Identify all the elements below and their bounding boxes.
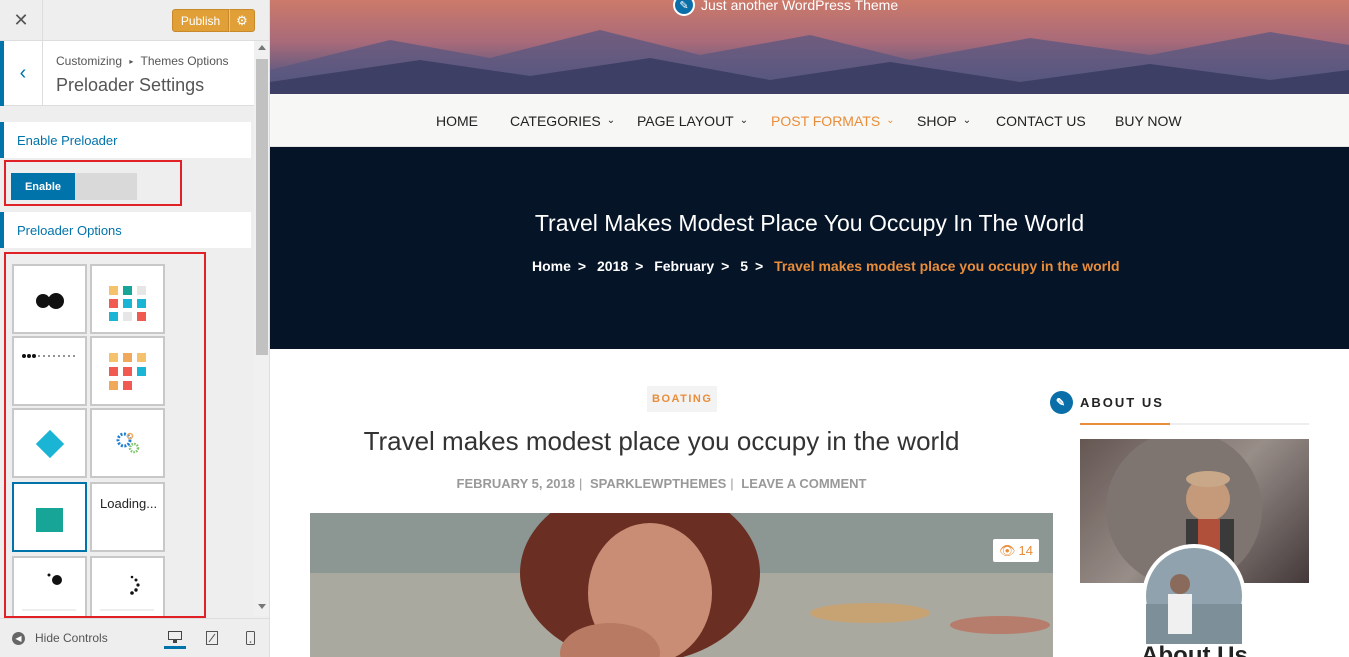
tagline-text: Just another WordPress Theme	[701, 0, 899, 13]
category-badge[interactable]: BOATING	[647, 386, 718, 412]
pencil-icon: ✎	[1050, 391, 1073, 414]
preloader-option-spinner[interactable]	[90, 556, 165, 616]
preloader-option-bounce-dot[interactable]	[12, 556, 87, 616]
preloader-options-grid: Loading...	[4, 252, 206, 618]
spinner-icon	[100, 575, 154, 611]
nav-post-formats[interactable]: POST FORMATS ⌄	[771, 94, 895, 147]
crumb-link[interactable]: 2018	[597, 258, 628, 274]
color-grid-icon	[109, 286, 146, 321]
square-icon	[36, 508, 63, 532]
about-us-heading: ✎ ABOUT US	[1050, 391, 1164, 414]
chevron-down-icon: ⌄	[962, 115, 972, 126]
main-navigation: HOME CATEGORIES ⌄ PAGE LAYOUT ⌄ POST FORMA…	[270, 94, 1349, 147]
nav-buy-now[interactable]: BUY NOW	[1115, 94, 1182, 147]
gear-icon[interactable]: ⚙	[229, 9, 255, 32]
woman-photo	[310, 513, 1053, 657]
enable-toggle-label: Enable	[11, 173, 75, 200]
preloader-option-color-grid-2[interactable]	[90, 336, 165, 406]
nav-contact-us[interactable]: CONTACT US	[996, 94, 1086, 147]
gears-icon	[116, 432, 140, 454]
nav-label: HOME	[436, 112, 478, 129]
post-title[interactable]: Travel makes modest place you occupy in …	[270, 426, 1053, 457]
post-featured-image[interactable]	[310, 513, 1053, 657]
avatar-photo	[1146, 548, 1242, 644]
hide-controls-button[interactable]: ◀ Hide Controls	[12, 631, 108, 645]
nav-label: POST FORMATS	[771, 112, 881, 129]
view-count: 14	[1018, 543, 1033, 558]
nav-shop[interactable]: SHOP ⌄	[917, 94, 971, 147]
hide-controls-label: Hide Controls	[35, 631, 108, 645]
color-grid-2-icon	[109, 353, 146, 390]
section-header: ‹ Customizing ▸ Themes Options Preloader…	[0, 41, 254, 106]
dot-line-icon	[22, 354, 76, 358]
post-comment-link[interactable]: LEAVE A COMMENT	[741, 476, 866, 491]
customizer-footer: ◀ Hide Controls	[0, 618, 269, 657]
site-tagline: ✎ Just another WordPress Theme	[673, 0, 898, 16]
tablet-preview-icon[interactable]	[201, 627, 223, 649]
preloader-option-dotline[interactable]	[12, 336, 87, 406]
enable-toggle[interactable]: Enable	[11, 173, 137, 200]
preloader-option-square[interactable]	[12, 482, 87, 552]
crumb-link[interactable]: February	[654, 258, 714, 274]
site-preview: ✎ Just another WordPress Theme HOME CATE…	[270, 0, 1349, 657]
banner-breadcrumb: Home > 2018 > February > 5 > Travel makes mo…	[532, 258, 1120, 274]
post-meta: FEBRUARY 5, 2018 | SPARKLEWPTHEMES | LEAVE…	[456, 476, 867, 491]
publish-button[interactable]: Publish	[172, 9, 229, 32]
nav-label: CONTACT US	[996, 112, 1086, 129]
scrollbar-thumb[interactable]	[256, 59, 268, 355]
collapse-arrow-icon: ◀	[12, 631, 25, 645]
preloader-option-color-grid[interactable]	[90, 264, 165, 334]
scroll-down-icon[interactable]	[258, 604, 266, 609]
section-title: Preloader Settings	[56, 75, 205, 95]
avatar	[1142, 544, 1246, 648]
nav-label: SHOP	[917, 112, 957, 129]
page-banner: Travel Makes Modest Place You Occupy In …	[270, 147, 1349, 349]
mobile-preview-icon[interactable]	[239, 627, 261, 649]
loading-text: Loading...	[100, 496, 158, 511]
enable-toggle-highlight: Enable	[4, 160, 182, 206]
about-name: About Us	[1141, 642, 1248, 657]
nav-label: PAGE LAYOUT	[637, 112, 734, 129]
preloader-option-gears[interactable]	[90, 408, 165, 478]
breadcrumb-separator-icon: ▸	[129, 57, 134, 66]
diamond-icon	[35, 429, 65, 459]
pencil-icon: ✎	[673, 0, 695, 16]
eye-icon: 👁	[999, 542, 1016, 558]
enable-preloader-label: Enable Preloader	[0, 122, 251, 158]
preloader-option-dots[interactable]	[12, 264, 87, 334]
back-arrow-icon[interactable]: ‹	[0, 41, 43, 106]
banner-title: Travel Makes Modest Place You Occupy In …	[534, 210, 1085, 236]
post-date[interactable]: FEBRUARY 5, 2018	[457, 476, 576, 491]
chevron-down-icon: ⌄	[886, 115, 895, 126]
nav-home[interactable]: HOME	[436, 94, 478, 147]
chevron-down-icon: ⌄	[739, 115, 749, 126]
close-icon[interactable]: ✕	[0, 0, 43, 41]
crumb-current: Travel makes modest place you occupy in …	[774, 258, 1120, 274]
about-heading-text: ABOUT US	[1080, 395, 1164, 410]
breadcrumb-item: Themes Options	[140, 54, 229, 68]
two-dots-icon	[36, 293, 64, 309]
chevron-down-icon: ⌄	[606, 115, 616, 126]
nav-page-layout[interactable]: PAGE LAYOUT ⌄	[637, 94, 748, 147]
customizer-panel: ✕ Publish ⚙ ‹ Customizing ▸ Themes Optio…	[0, 0, 270, 657]
desktop-preview-icon[interactable]	[164, 627, 186, 649]
bounce-dot-icon	[22, 573, 76, 611]
view-count-badge: 👁 14	[993, 539, 1039, 562]
about-divider-accent	[1080, 423, 1170, 425]
breadcrumb: Customizing ▸ Themes Options	[56, 54, 229, 68]
preloader-option-loading-text[interactable]: Loading...	[90, 482, 165, 552]
post-author[interactable]: SPARKLEWPTHEMES	[590, 476, 726, 491]
customizer-header: ✕ Publish ⚙	[0, 0, 269, 41]
nav-categories[interactable]: CATEGORIES ⌄	[510, 94, 615, 147]
nav-label: BUY NOW	[1115, 112, 1182, 129]
preloader-options-label: Preloader Options	[0, 212, 251, 248]
breadcrumb-item: Customizing	[56, 54, 123, 68]
scrollbar[interactable]	[254, 41, 269, 616]
crumb-link[interactable]: Home	[532, 258, 571, 274]
scroll-up-icon[interactable]	[258, 45, 266, 50]
hero-image: ✎ Just another WordPress Theme	[270, 0, 1349, 94]
preloader-option-diamond[interactable]	[12, 408, 87, 478]
nav-label: CATEGORIES	[510, 112, 601, 129]
crumb-link[interactable]: 5	[740, 258, 748, 274]
